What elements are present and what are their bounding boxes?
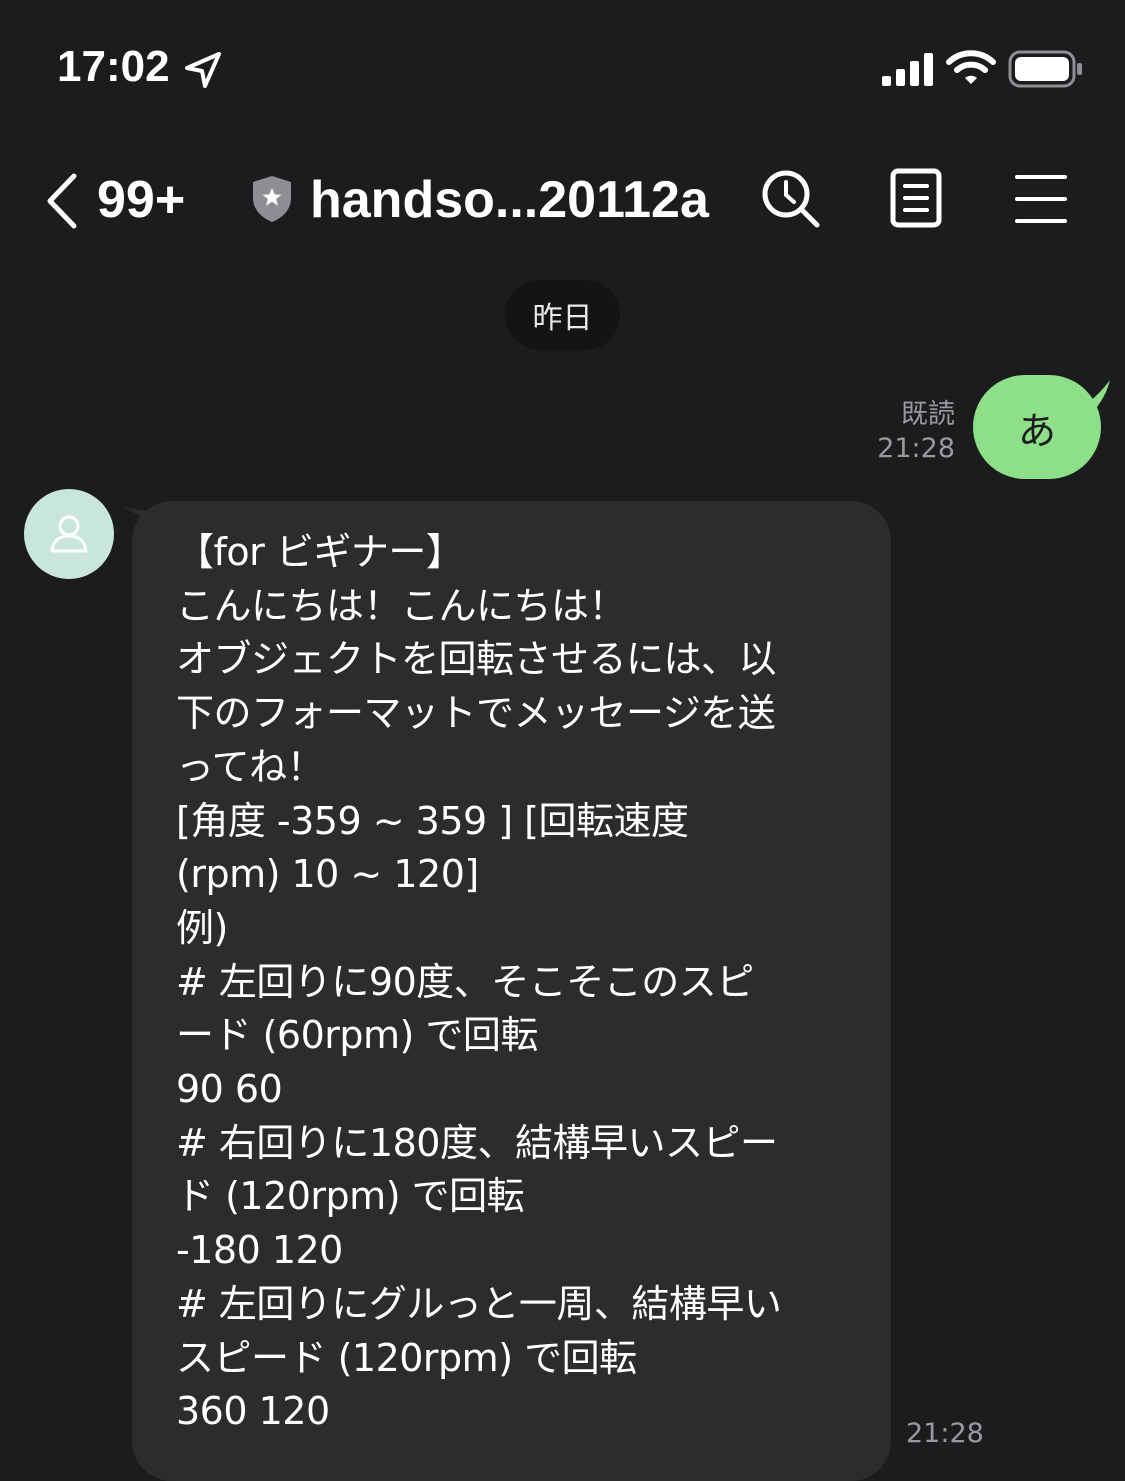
message-line: 【for ビギナー】: [176, 530, 464, 574]
message-line: ってね！: [176, 744, 325, 789]
message-line: # 左回りに90度、そこそこのスピ: [176, 959, 754, 1004]
message-line: ド (120rpm) で回転: [176, 1174, 525, 1219]
incoming-message-bubble[interactable]: 【for ビギナー】 こんにちは！こんにちは！ オブジェクトを回転させるには、以…: [132, 501, 891, 1481]
back-chevron-icon[interactable]: [42, 172, 82, 234]
message-line: [角度 -359 ~ 359 ] [回転速度: [176, 798, 689, 843]
note-icon[interactable]: [890, 168, 944, 234]
message-line: # 左回りにグルっと一周、結構早い: [176, 1281, 782, 1326]
outgoing-meta: 既読 21:28: [877, 398, 955, 466]
avatar[interactable]: [24, 489, 114, 579]
message-line: こんにちは！こんにちは！: [176, 583, 627, 628]
message-line: 例): [176, 905, 228, 950]
message-line: # 右回りに180度、結構早いスピー: [176, 1120, 778, 1165]
message-line: ード (60rpm) で回転: [176, 1013, 538, 1058]
unread-count[interactable]: 99+: [97, 170, 185, 230]
chat-title[interactable]: handso...20112a: [310, 170, 709, 230]
incoming-time: 21:28: [906, 1418, 984, 1449]
message-line: -180 120: [176, 1228, 343, 1273]
person-icon: [50, 515, 88, 553]
read-label: 既読: [901, 399, 955, 430]
search-icon[interactable]: [760, 168, 822, 234]
message-line: スピード (120rpm) で回転: [176, 1335, 637, 1380]
message-line: (rpm) 10 ~ 120]: [176, 852, 479, 897]
message-line: 90 60: [176, 1067, 283, 1112]
chat-header: 99+ handso...20112a: [0, 150, 1125, 250]
location-arrow-icon: [183, 50, 223, 94]
date-divider: 昨日: [505, 280, 620, 350]
signal-icon: [880, 52, 936, 90]
status-bar: 17:02: [0, 0, 1125, 130]
menu-icon[interactable]: [1015, 174, 1067, 228]
shield-icon: [250, 174, 294, 228]
outgoing-message-text: あ: [1017, 408, 1056, 453]
message-line: オブジェクトを回転させるには、以: [176, 637, 777, 682]
status-time: 17:02: [57, 42, 170, 91]
wifi-icon: [946, 50, 996, 90]
message-line: 下のフォーマットでメッセージを送: [176, 691, 776, 736]
message-line: 360 120: [176, 1389, 330, 1434]
battery-icon: [1008, 50, 1084, 92]
outgoing-message-bubble[interactable]: あ: [973, 375, 1101, 479]
outgoing-time: 21:28: [877, 433, 955, 464]
